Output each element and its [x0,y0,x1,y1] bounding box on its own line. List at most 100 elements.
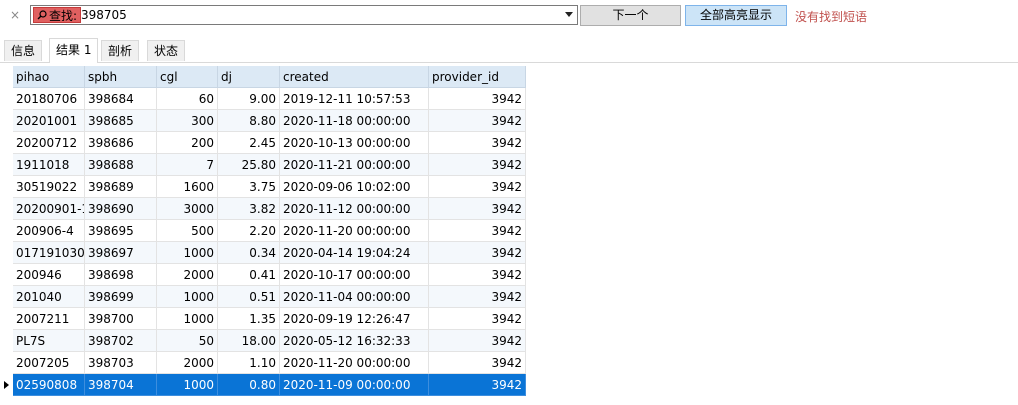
cell-created[interactable]: 2020-04-14 19:04:24 [280,242,429,264]
cell-pihao[interactable]: 20200712 [13,132,85,154]
tab-status[interactable]: 状态 [147,40,186,61]
highlight-all-button[interactable]: 全部高亮显示 [685,5,787,26]
cell-pihao[interactable]: 2007205 [13,352,85,374]
cell-cgl[interactable]: 60 [157,88,218,110]
tab-result-1[interactable]: 结果 1 [49,38,99,63]
cell-pihao[interactable]: PL7S [13,330,85,352]
tab-profile[interactable]: 剖析 [101,40,140,61]
row-indicator[interactable] [0,154,13,176]
cell-provider-id[interactable]: 3942 [429,264,526,286]
cell-dj[interactable]: 9.00 [218,88,280,110]
cell-created[interactable]: 2020-10-13 00:00:00 [280,132,429,154]
column-header-dj[interactable]: dj [218,66,280,88]
cell-cgl[interactable]: 300 [157,110,218,132]
cell-spbh[interactable]: 398689 [85,176,157,198]
cell-spbh[interactable]: 398688 [85,154,157,176]
cell-dj[interactable]: 3.82 [218,198,280,220]
cell-provider-id[interactable]: 3942 [429,330,526,352]
cell-pihao[interactable]: 200906-4 [13,220,85,242]
chevron-down-icon[interactable] [565,12,573,17]
cell-created[interactable]: 2020-11-04 00:00:00 [280,286,429,308]
column-header-provider-id[interactable]: provider_id [429,66,526,88]
cell-pihao[interactable]: 30519022 [13,176,85,198]
cell-spbh[interactable]: 398700 [85,308,157,330]
close-icon[interactable]: × [10,8,20,22]
cell-created[interactable]: 2020-10-17 00:00:00 [280,264,429,286]
cell-spbh[interactable]: 398686 [85,132,157,154]
row-indicator[interactable] [0,220,13,242]
row-indicator[interactable] [0,286,13,308]
cell-cgl[interactable]: 200 [157,132,218,154]
cell-pihao[interactable]: 200946 [13,264,85,286]
cell-created[interactable]: 2020-09-06 10:02:00 [280,176,429,198]
row-indicator[interactable] [0,374,13,396]
cell-spbh[interactable]: 398698 [85,264,157,286]
cell-pihao[interactable]: 02590808 [13,374,85,396]
cell-provider-id[interactable]: 3942 [429,286,526,308]
cell-spbh[interactable]: 398702 [85,330,157,352]
cell-pihao[interactable]: 20200901-1 [13,198,85,220]
row-indicator[interactable] [0,88,13,110]
cell-provider-id[interactable]: 3942 [429,110,526,132]
cell-spbh[interactable]: 398699 [85,286,157,308]
cell-spbh[interactable]: 398697 [85,242,157,264]
column-header-created[interactable]: created [280,66,429,88]
cell-provider-id[interactable]: 3942 [429,176,526,198]
cell-cgl[interactable]: 1000 [157,308,218,330]
cell-created[interactable]: 2020-09-19 12:26:47 [280,308,429,330]
cell-pihao[interactable]: 20201001 [13,110,85,132]
column-header-cgl[interactable]: cgl [157,66,218,88]
cell-dj[interactable]: 3.75 [218,176,280,198]
cell-dj[interactable]: 0.51 [218,286,280,308]
cell-cgl[interactable]: 1000 [157,242,218,264]
cell-provider-id[interactable]: 3942 [429,308,526,330]
cell-spbh[interactable]: 398685 [85,110,157,132]
cell-spbh[interactable]: 398703 [85,352,157,374]
cell-spbh[interactable]: 398690 [85,198,157,220]
row-indicator[interactable] [0,176,13,198]
row-indicator[interactable] [0,308,13,330]
cell-provider-id[interactable]: 3942 [429,198,526,220]
cell-dj[interactable]: 18.00 [218,330,280,352]
cell-created[interactable]: 2020-11-21 00:00:00 [280,154,429,176]
cell-pihao[interactable]: 20180706 [13,88,85,110]
tab-info[interactable]: 信息 [4,40,43,61]
cell-cgl[interactable]: 2000 [157,352,218,374]
column-header-pihao[interactable]: pihao [13,66,85,88]
row-indicator[interactable] [0,198,13,220]
cell-pihao[interactable]: 1911018 [13,154,85,176]
cell-dj[interactable]: 1.35 [218,308,280,330]
cell-dj[interactable]: 8.80 [218,110,280,132]
cell-provider-id[interactable]: 3942 [429,374,526,396]
cell-pihao[interactable]: 2007211 [13,308,85,330]
cell-provider-id[interactable]: 3942 [429,154,526,176]
cell-dj[interactable]: 1.10 [218,352,280,374]
search-value[interactable]: 398705 [81,6,127,24]
cell-created[interactable]: 2020-11-20 00:00:00 [280,352,429,374]
cell-dj[interactable]: 0.34 [218,242,280,264]
column-header-spbh[interactable]: spbh [85,66,157,88]
cell-provider-id[interactable]: 3942 [429,132,526,154]
cell-created[interactable]: 2020-11-12 00:00:00 [280,198,429,220]
cell-cgl[interactable]: 1600 [157,176,218,198]
row-indicator[interactable] [0,242,13,264]
find-next-button[interactable]: 下一个 [580,5,681,26]
cell-provider-id[interactable]: 3942 [429,352,526,374]
cell-created[interactable]: 2020-11-09 00:00:00 [280,374,429,396]
row-indicator[interactable] [0,330,13,352]
row-indicator[interactable] [0,264,13,286]
cell-spbh[interactable]: 398684 [85,88,157,110]
cell-pihao[interactable]: 201040 [13,286,85,308]
cell-dj[interactable]: 2.20 [218,220,280,242]
cell-provider-id[interactable]: 3942 [429,88,526,110]
cell-spbh[interactable]: 398704 [85,374,157,396]
cell-created[interactable]: 2020-11-18 00:00:00 [280,110,429,132]
cell-dj[interactable]: 25.80 [218,154,280,176]
cell-dj[interactable]: 2.45 [218,132,280,154]
search-input[interactable]: 查找: 398705 [30,5,578,25]
cell-cgl[interactable]: 7 [157,154,218,176]
row-indicator[interactable] [0,352,13,374]
row-indicator[interactable] [0,110,13,132]
cell-created[interactable]: 2019-12-11 10:57:53 [280,88,429,110]
cell-created[interactable]: 2020-11-20 00:00:00 [280,220,429,242]
